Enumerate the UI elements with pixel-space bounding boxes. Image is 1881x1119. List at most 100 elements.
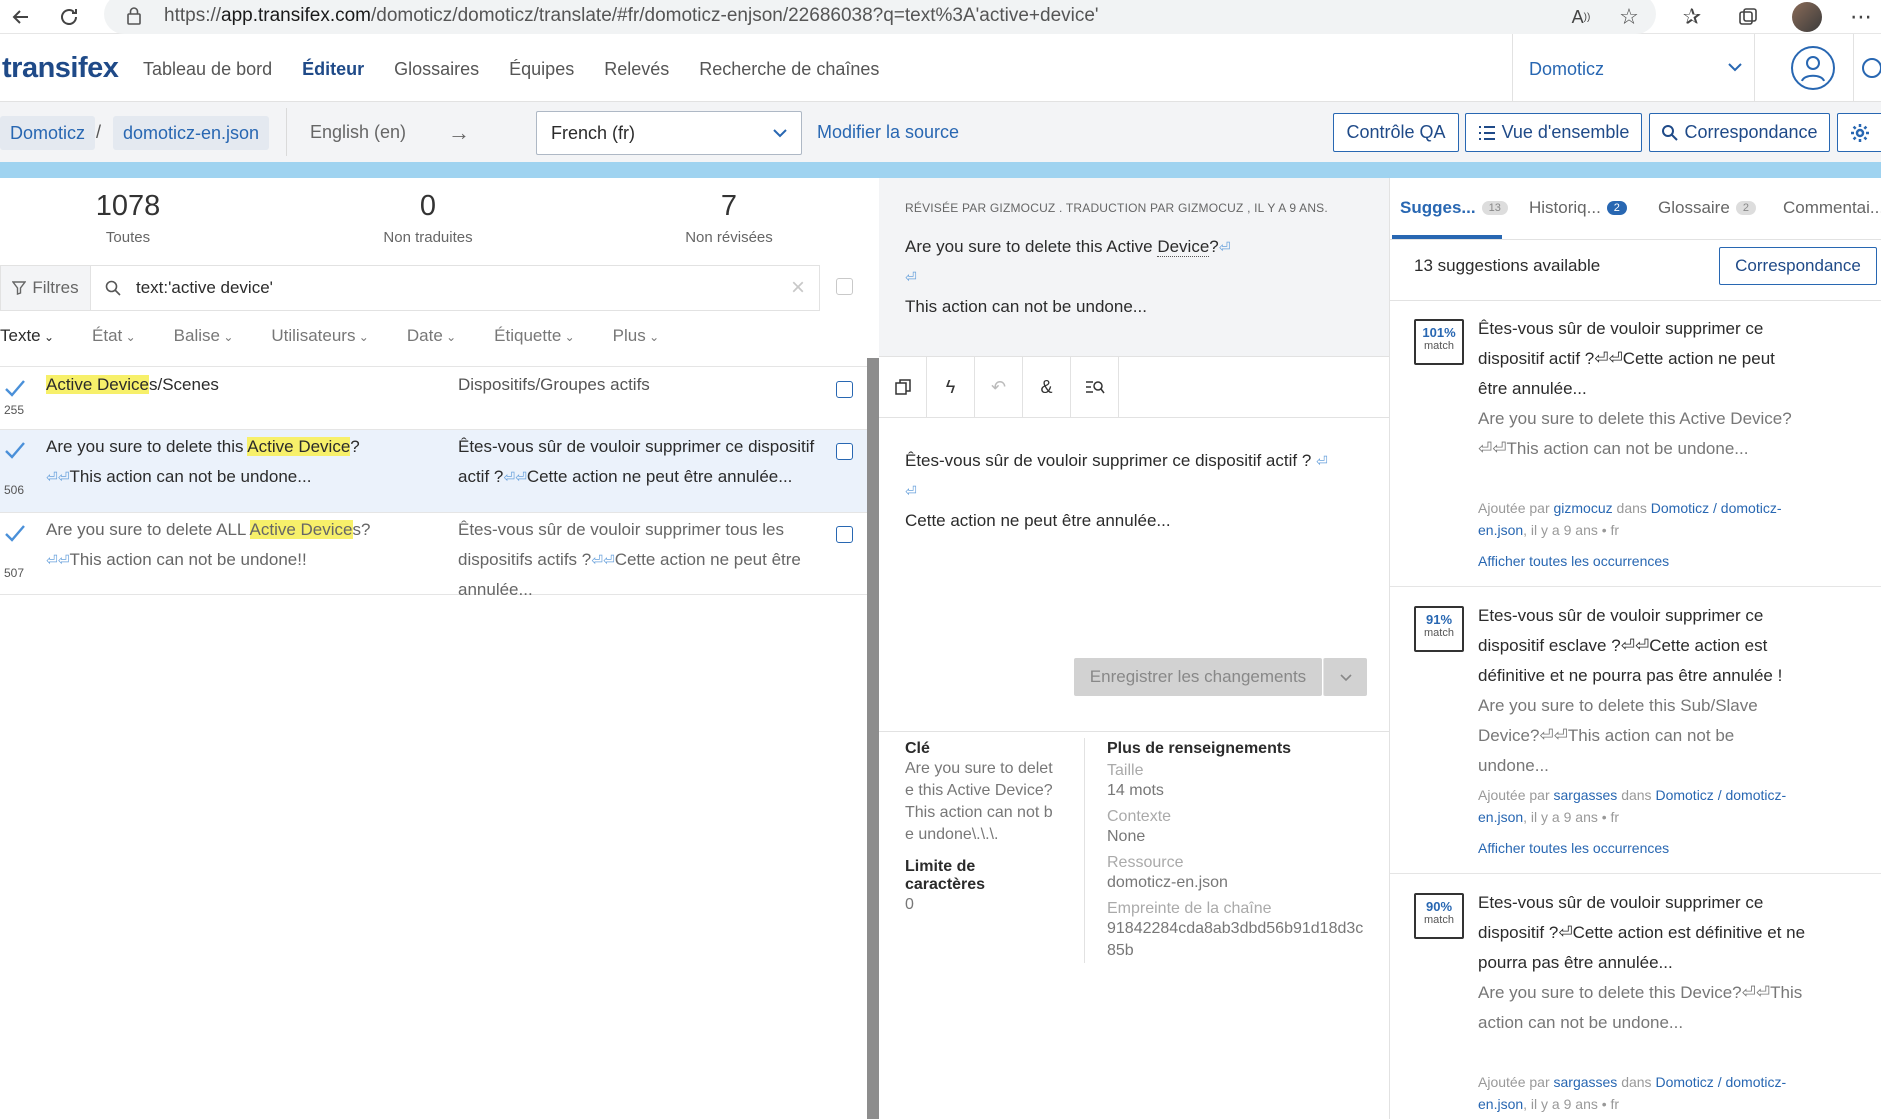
suggestion-date: , il y a 9 ans • fr: [1523, 1096, 1620, 1112]
suggestion-user-link[interactable]: sargasses: [1554, 787, 1618, 803]
nav-editor[interactable]: Éditeur: [302, 59, 364, 80]
panel-scrollbar[interactable]: [867, 358, 879, 1119]
newline-icon: ⏎: [1741, 983, 1756, 1002]
suggestion-source: Are you sure to delete this Active Devic…: [1478, 404, 1808, 464]
filter-more[interactable]: Plus: [613, 326, 659, 346]
profile-avatar[interactable]: [1792, 2, 1822, 32]
newline-icon: ⏎: [905, 269, 917, 285]
suggestion-item[interactable]: 101% match Êtes-vous sûr de vouloir suppr…: [1390, 301, 1881, 587]
newline-icon: ⏎: [46, 469, 58, 485]
nav-dashboard[interactable]: Tableau de bord: [143, 59, 272, 80]
source-panel: RÉVISÉE PAR GIZMOCUZ . TRADUCTION PAR GI…: [879, 178, 1389, 356]
row-checkbox[interactable]: [836, 443, 853, 460]
key-heading: Clé: [905, 740, 930, 757]
search-replace-icon[interactable]: [1071, 357, 1119, 417]
show-occurrences-link[interactable]: Afficher toutes les occurrences: [1478, 840, 1669, 856]
target-language-select[interactable]: French (fr): [536, 111, 802, 155]
suggestion-source-start: Are you sure to delete this Active Devic…: [1478, 409, 1792, 428]
compass-icon[interactable]: [1862, 58, 1881, 78]
tab-glossary[interactable]: Glossaire 2: [1658, 198, 1756, 218]
show-occurrences-link[interactable]: Afficher toutes les occurrences: [1478, 553, 1669, 569]
favorites-icon[interactable]: ✰: [1677, 2, 1707, 32]
progress-bar: [0, 162, 1881, 178]
back-arrow-icon[interactable]: [6, 2, 36, 32]
save-button[interactable]: Enregistrer les changements: [1074, 658, 1322, 696]
nav-teams[interactable]: Équipes: [509, 59, 574, 80]
select-all-checkbox[interactable]: [836, 278, 853, 295]
filter-tag[interactable]: Balise: [174, 326, 234, 346]
source-line-3: This action can not be undone...: [905, 297, 1147, 316]
filters-button[interactable]: Filtres: [1, 266, 91, 310]
table-row[interactable]: 255 Active Devices/Scenes Dispositifs/Gr…: [0, 367, 868, 430]
stat-untranslated[interactable]: 0 Non traduites: [328, 190, 528, 246]
stat-unreviewed[interactable]: 7 Non révisées: [629, 190, 829, 246]
tab-history[interactable]: Historiq... 2: [1529, 198, 1627, 218]
read-aloud-icon[interactable]: A)): [1566, 2, 1596, 32]
match-score: 90% match: [1414, 893, 1464, 939]
filter-label[interactable]: Étiquette: [494, 326, 575, 346]
column-filters: Texte État Balise Utilisateurs Date Étiq…: [0, 326, 697, 346]
search-input[interactable]: text:'active device': [136, 278, 273, 298]
glossary-term[interactable]: Device: [1157, 237, 1210, 257]
table-row[interactable]: 507 Are you sure to delete ALL Active De…: [0, 513, 868, 599]
save-options-button[interactable]: [1323, 658, 1367, 696]
suggestion-source-end: This action can not be undone...: [1506, 439, 1749, 458]
match-search-button[interactable]: Correspondance: [1649, 113, 1830, 152]
user-menu-button[interactable]: [1754, 34, 1854, 102]
row-checkbox[interactable]: [836, 381, 853, 398]
undo-icon[interactable]: ↶: [975, 357, 1023, 417]
clear-search-icon[interactable]: ×: [791, 274, 805, 302]
settings-button[interactable]: [1837, 113, 1881, 152]
overview-button[interactable]: Vue d'ensemble: [1465, 113, 1642, 152]
tab-suggestions[interactable]: Sugges... 13: [1400, 198, 1508, 218]
source-line-start: Are you sure to delete this Active: [905, 237, 1158, 256]
filter-users[interactable]: Utilisateurs: [271, 326, 368, 346]
source-text-rest: s?: [352, 520, 371, 539]
tab-comments[interactable]: Commentai...: [1783, 198, 1881, 218]
lightning-icon[interactable]: ϟ: [927, 357, 975, 417]
stat-all[interactable]: 1078 Toutes: [28, 190, 228, 246]
newline-icon: ⏎: [1539, 726, 1554, 745]
suggestion-date: , il y a 9 ans • fr: [1523, 522, 1620, 538]
table-row[interactable]: 506 Are you sure to delete this Active D…: [0, 430, 868, 513]
nav-reports[interactable]: Relevés: [604, 59, 669, 80]
more-menu-icon[interactable]: ⋯: [1846, 2, 1876, 32]
filter-date[interactable]: Date: [407, 326, 456, 346]
special-chars-icon[interactable]: &: [1023, 357, 1071, 417]
collections-icon[interactable]: [1733, 2, 1763, 32]
suggestion-user-link[interactable]: gizmocuz: [1554, 500, 1613, 516]
transifex-logo[interactable]: transifex: [2, 52, 119, 85]
newline-icon: ⏎: [57, 469, 70, 485]
modify-source-link[interactable]: Modifier la source: [817, 122, 959, 143]
source-text-rest: ?: [350, 437, 360, 456]
stat-all-count: 1078: [95, 190, 161, 222]
checkmark-icon: [5, 442, 25, 459]
gear-icon: [1851, 124, 1869, 142]
project-selector[interactable]: Domoticz: [1512, 34, 1754, 102]
add-favorite-icon[interactable]: ☆: [1614, 2, 1644, 32]
context-value: None: [1107, 828, 1146, 845]
newline-icon: ⏎: [602, 552, 615, 568]
suggestion-meta: Ajoutée par gizmocuz dans Domoticz / dom…: [1478, 497, 1828, 541]
key-value: Are you sure to delete this Active Devic…: [905, 760, 1053, 843]
filter-state[interactable]: État: [92, 326, 136, 346]
breadcrumb-project[interactable]: Domoticz: [0, 116, 96, 150]
translation-editor[interactable]: Êtes-vous sûr de vouloir supprimer ce di…: [905, 446, 1375, 536]
nav-glossaries[interactable]: Glossaires: [394, 59, 479, 80]
filter-bar: Filtres text:'active device' ×: [0, 265, 820, 311]
tab-history-label: Historiq...: [1529, 198, 1601, 217]
translation-line-1: Êtes-vous sûr de vouloir supprimer ce di…: [905, 451, 1312, 470]
nav-string-search[interactable]: Recherche de chaînes: [699, 59, 879, 80]
breadcrumb-resource[interactable]: domoticz-en.json: [113, 116, 270, 150]
copy-source-icon[interactable]: [879, 357, 927, 417]
newline-icon: ⏎: [905, 483, 917, 499]
match-button[interactable]: Correspondance: [1719, 247, 1877, 285]
row-checkbox[interactable]: [836, 526, 853, 543]
qa-check-button[interactable]: Contrôle QA: [1333, 113, 1459, 152]
filter-text[interactable]: Texte: [0, 326, 54, 346]
suggestion-item[interactable]: 91% match Etes-vous sûr de vouloir suppri…: [1390, 588, 1881, 874]
refresh-icon[interactable]: [54, 2, 84, 32]
address-bar[interactable]: https://app.transifex.com/domoticz/domot…: [104, 0, 1656, 34]
suggestion-user-link[interactable]: sargasses: [1554, 1074, 1618, 1090]
suggestion-item[interactable]: 90% match Etes-vous sûr de vouloir suppri…: [1390, 875, 1881, 1119]
